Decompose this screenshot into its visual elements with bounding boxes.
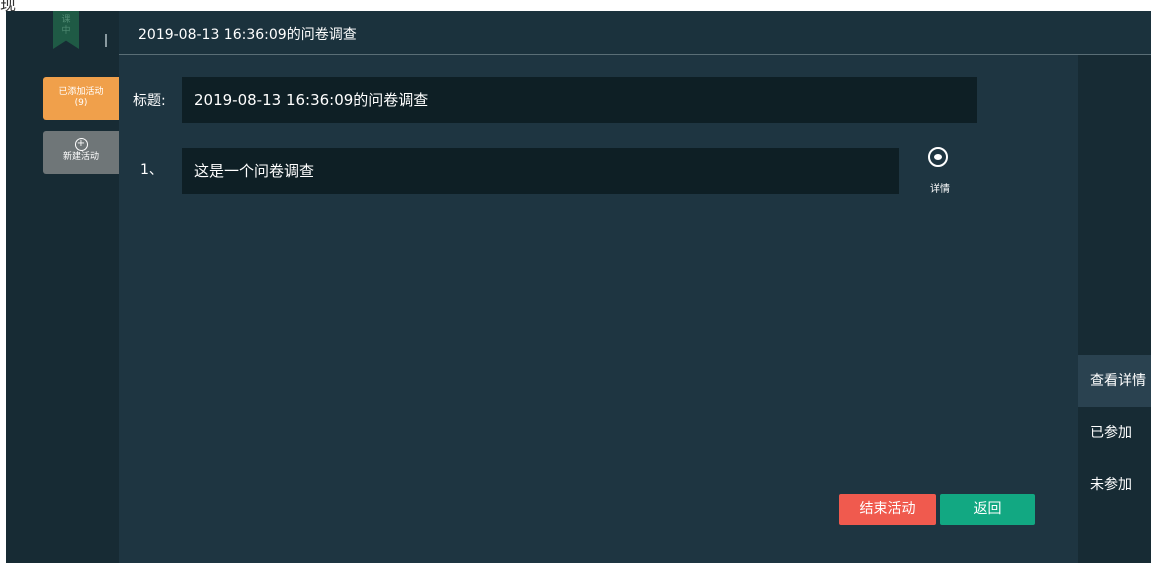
new-activity-button[interactable]: + 新建活动 (43, 131, 119, 174)
title-field[interactable]: 2019-08-13 16:36:09的问卷调查 (182, 77, 977, 123)
eye-icon[interactable] (928, 147, 948, 167)
sidebar: 课 中 已添加活动 (9) + 新建活动 (6, 11, 119, 563)
right-panel: 查看详情 已参加 未参加 (1078, 55, 1151, 563)
added-activities-count: (9) (74, 98, 88, 108)
title-label: 标题: (133, 93, 166, 109)
right-item-joined[interactable]: 已参加 (1078, 407, 1151, 459)
header-bar: 2019-08-13 16:36:09的问卷调查 (119, 11, 1151, 55)
plus-circle-icon: + (74, 138, 88, 151)
end-activity-button[interactable]: 结束活动 (839, 494, 936, 525)
right-item-view-details[interactable]: 查看详情 (1078, 355, 1151, 407)
new-activity-label: 新建活动 (62, 152, 99, 162)
added-activities-button[interactable]: 已添加活动 (9) (43, 77, 119, 120)
page-title: 2019-08-13 16:36:09的问卷调查 (138, 27, 357, 43)
app-window: 课 中 已添加活动 (9) + 新建活动 2019-08-13 16:36:09… (6, 11, 1151, 563)
added-activities-label: 已添加活动 (58, 87, 104, 97)
back-button[interactable]: 返回 (940, 494, 1035, 525)
question-index: 1、 (140, 162, 163, 178)
right-item-not-joined[interactable]: 未参加 (1078, 459, 1151, 511)
eye-pupil (934, 154, 942, 160)
logo-text: 课 中 (61, 15, 71, 36)
question-field[interactable]: 这是一个问卷调查 (182, 148, 899, 194)
detail-label[interactable]: 详情 (930, 180, 950, 195)
logo-divider (105, 34, 107, 47)
